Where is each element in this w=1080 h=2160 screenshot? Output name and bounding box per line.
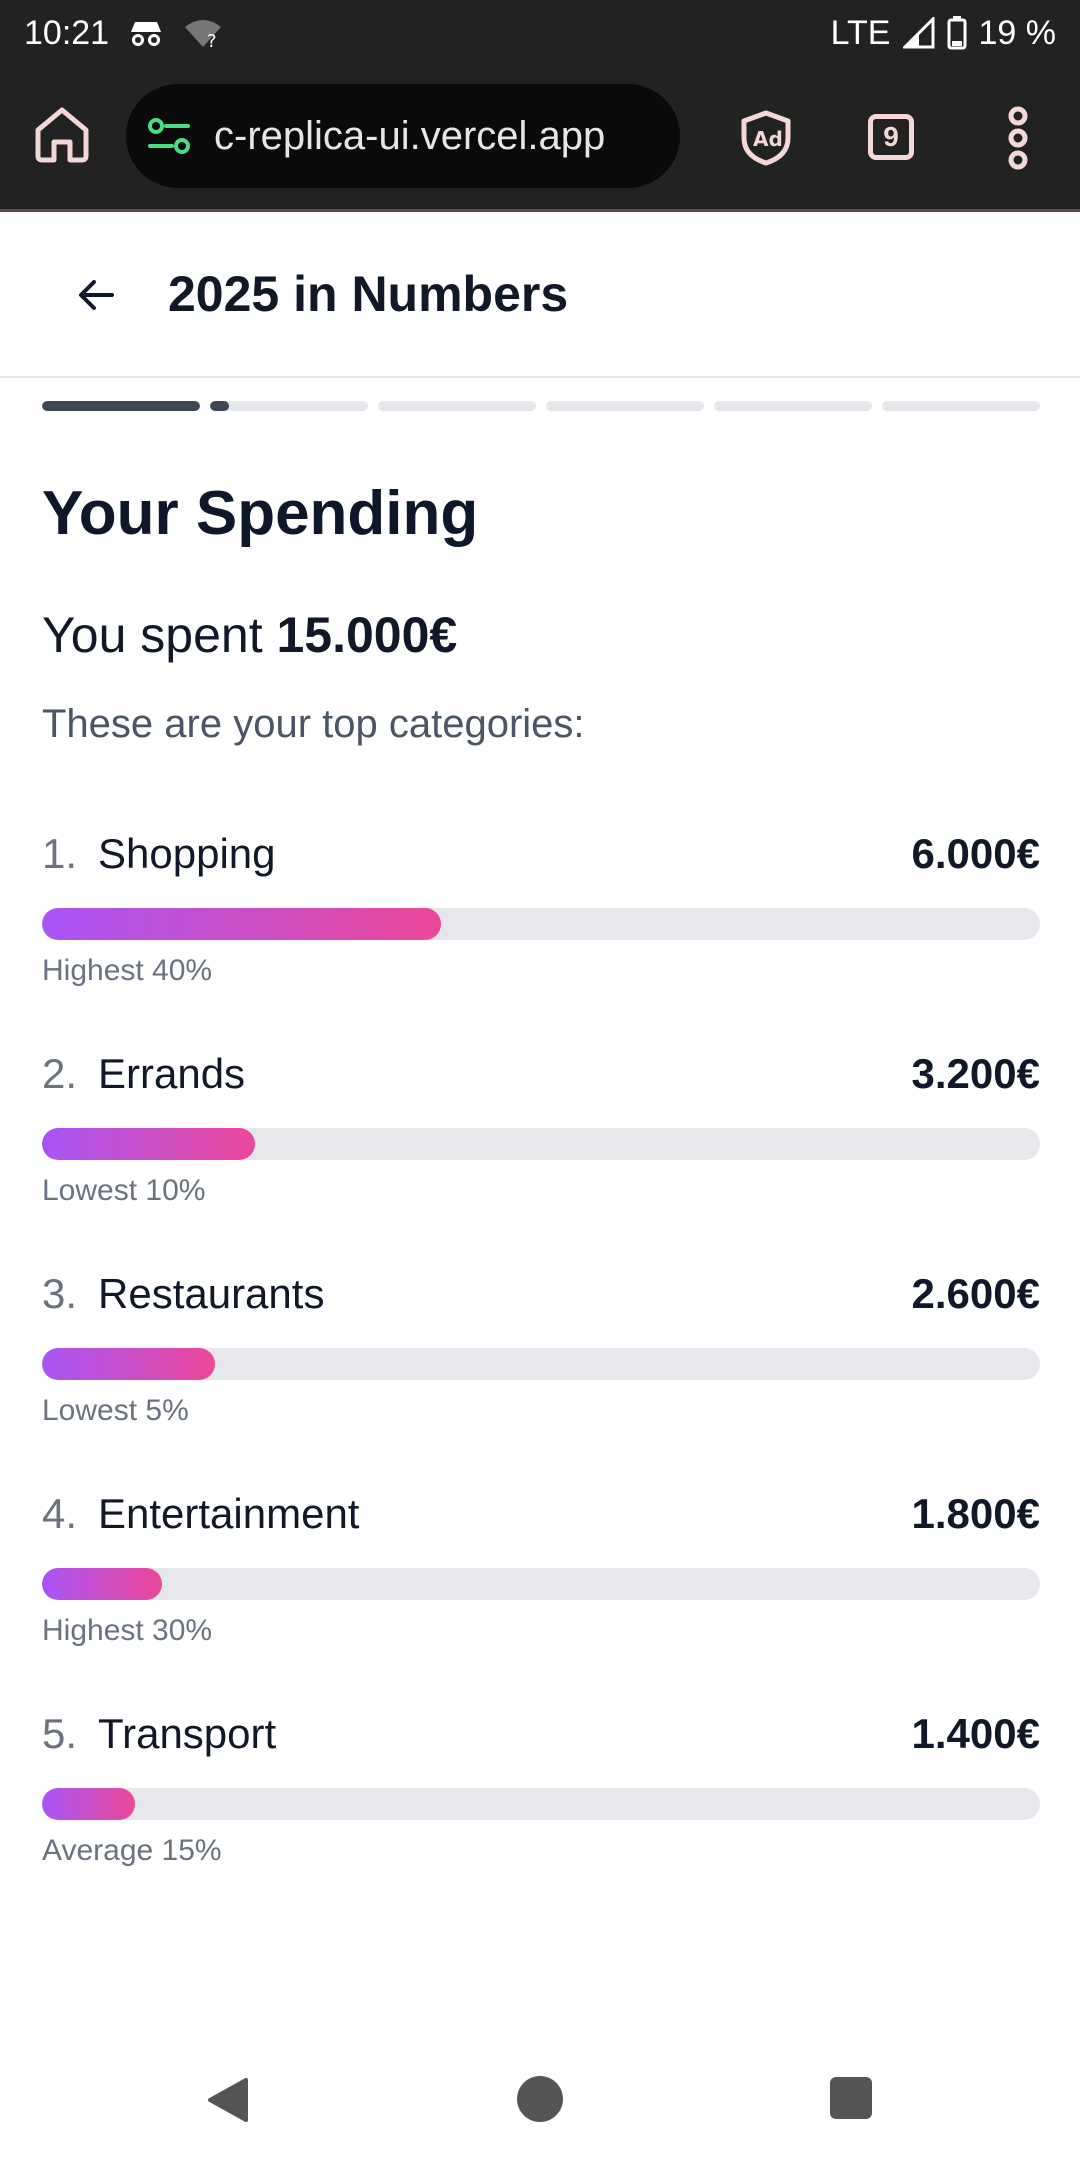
category-name: Restaurants bbox=[98, 1270, 325, 1317]
system-nav-bar bbox=[0, 2040, 1080, 2160]
category-note: Lowest 10% bbox=[42, 1174, 206, 1207]
category-bar-fill bbox=[42, 1568, 162, 1600]
category-bar-track bbox=[42, 1788, 1040, 1820]
nav-recents-icon[interactable] bbox=[830, 2077, 872, 2119]
category-bar-fill bbox=[42, 908, 442, 940]
site-settings-icon[interactable] bbox=[148, 116, 190, 158]
address-bar[interactable]: c-replica-ui.vercel.app bbox=[126, 84, 680, 188]
spent-prefix: You spent bbox=[42, 607, 277, 663]
category-amount: 6.000€ bbox=[911, 830, 1040, 877]
url-text[interactable]: c-replica-ui.vercel.app bbox=[214, 114, 605, 159]
story-segment bbox=[882, 401, 1040, 411]
category-name: Transport bbox=[98, 1710, 277, 1757]
category-rank: 4. bbox=[42, 1490, 78, 1537]
category-item: 4. Entertainment 1.800€ Highest 30% bbox=[42, 1490, 1040, 1680]
category-rank: 1. bbox=[42, 830, 78, 877]
category-bar-fill bbox=[42, 1788, 135, 1820]
category-bar-track bbox=[42, 908, 1040, 940]
category-name: Shopping bbox=[98, 830, 276, 877]
tab-count: 9 bbox=[883, 121, 899, 152]
section-title: Your Spending bbox=[42, 479, 479, 548]
category-bar-fill bbox=[42, 1348, 215, 1380]
category-bar-fill bbox=[42, 1128, 255, 1160]
category-amount: 1.800€ bbox=[911, 1490, 1040, 1537]
app-header: 2025 in Numbers bbox=[0, 215, 1080, 378]
category-note: Average 15% bbox=[42, 1834, 222, 1867]
story-segment bbox=[546, 401, 704, 411]
wifi-unknown-icon: ? bbox=[185, 20, 222, 49]
battery-icon bbox=[947, 16, 966, 50]
browser-toolbar: c-replica-ui.vercel.app Ad 9 bbox=[0, 66, 1080, 212]
svg-text:?: ? bbox=[207, 31, 217, 49]
home-icon[interactable] bbox=[30, 102, 94, 166]
category-note: Highest 30% bbox=[42, 1614, 213, 1647]
story-segment-fill bbox=[210, 401, 229, 411]
category-rank: 3. bbox=[42, 1270, 78, 1317]
category-amount: 2.600€ bbox=[911, 1270, 1040, 1317]
spent-summary: You spent 15.000€ bbox=[42, 606, 457, 664]
category-item: 2. Errands 3.200€ Lowest 10% bbox=[42, 1050, 1040, 1240]
category-note: Lowest 5% bbox=[42, 1394, 189, 1427]
status-time: 10:21 bbox=[24, 13, 110, 52]
categories-subtitle: These are your top categories: bbox=[42, 702, 585, 746]
battery-level: 19 % bbox=[978, 13, 1057, 52]
category-amount: 1.400€ bbox=[911, 1710, 1040, 1757]
page-title: 2025 in Numbers bbox=[168, 266, 569, 322]
back-arrow-icon[interactable] bbox=[72, 271, 120, 319]
status-left: 10:21 ? bbox=[24, 14, 223, 53]
category-rank: 2. bbox=[42, 1050, 78, 1097]
category-bar-track bbox=[42, 1568, 1040, 1600]
category-item: 5. Transport 1.400€ Average 15% bbox=[42, 1710, 1040, 1900]
category-amount: 3.200€ bbox=[911, 1050, 1040, 1097]
story-segment bbox=[714, 401, 872, 411]
story-segment bbox=[42, 401, 200, 411]
story-segment bbox=[378, 401, 536, 411]
category-bar-track bbox=[42, 1128, 1040, 1160]
category-bar-track bbox=[42, 1348, 1040, 1380]
network-type: LTE bbox=[830, 13, 891, 52]
category-name: Errands bbox=[98, 1050, 246, 1097]
svg-text:Ad: Ad bbox=[753, 127, 783, 151]
more-vert-icon[interactable] bbox=[1004, 106, 1032, 170]
adblock-icon[interactable]: Ad bbox=[740, 110, 792, 166]
incognito-icon bbox=[131, 22, 162, 46]
nav-home-icon[interactable] bbox=[517, 2076, 563, 2122]
signal-icon bbox=[902, 17, 934, 49]
tabs-button[interactable]: 9 bbox=[868, 114, 914, 160]
story-progress bbox=[42, 401, 1040, 411]
category-name: Entertainment bbox=[98, 1490, 360, 1537]
category-rank: 5. bbox=[42, 1710, 78, 1757]
category-item: 1. Shopping 6.000€ Highest 40% bbox=[42, 830, 1040, 1020]
spent-amount: 15.000€ bbox=[276, 607, 458, 663]
story-segment-fill bbox=[42, 401, 200, 411]
nav-back-icon[interactable] bbox=[206, 2076, 250, 2124]
status-bar: 10:21 ? LTE 19 % bbox=[0, 0, 1080, 66]
status-right: LTE 19 % bbox=[831, 14, 1056, 53]
story-segment bbox=[210, 401, 368, 411]
category-note: Highest 40% bbox=[42, 954, 213, 987]
category-item: 3. Restaurants 2.600€ Lowest 5% bbox=[42, 1270, 1040, 1460]
